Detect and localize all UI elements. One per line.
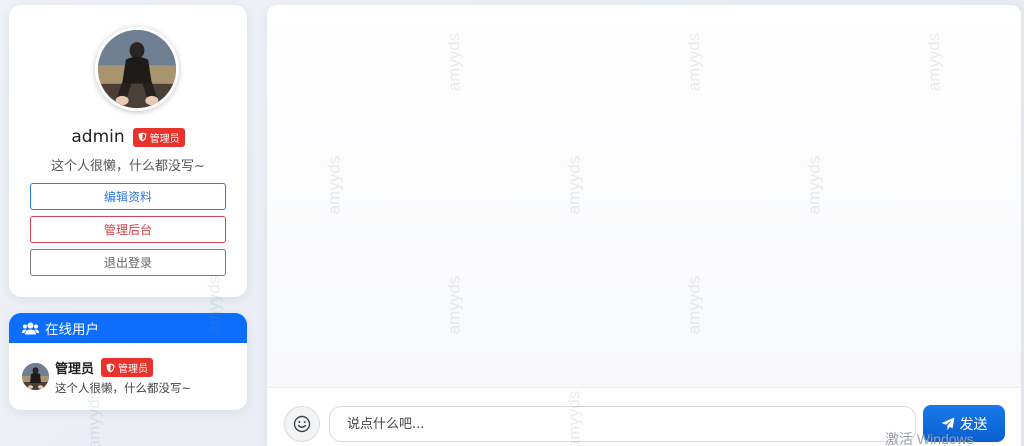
username-row: admin 管理员: [9, 127, 247, 147]
logout-button[interactable]: 退出登录: [30, 249, 226, 276]
chat-panel: 发送: [267, 5, 1021, 446]
shield-icon: [106, 363, 115, 372]
smiley-icon: [293, 415, 311, 433]
avatar: [22, 363, 49, 390]
users-icon: [22, 322, 39, 334]
online-users-header: 在线用户: [9, 313, 247, 343]
online-users-card: 在线用户 管理员 管理员 这个人很懒，什么都没写~: [9, 313, 247, 410]
role-badge: 管理员: [101, 358, 154, 377]
emoji-button[interactable]: [284, 406, 320, 442]
profile-avatar[interactable]: [95, 27, 179, 111]
online-user-name-row: 管理员 管理员: [55, 358, 154, 377]
windows-activation-overlay: 激活 Windows: [885, 431, 974, 446]
role-badge: 管理员: [132, 127, 185, 147]
online-user-row[interactable]: 管理员 管理员 这个人很懒，什么都没写~: [22, 358, 239, 395]
avatar-photo-icon: [98, 30, 176, 108]
shield-icon: [138, 132, 147, 142]
profile-username: admin: [71, 127, 125, 147]
role-badge-label: 管理员: [149, 133, 180, 145]
edit-profile-button[interactable]: 编辑资料: [30, 183, 226, 210]
message-input[interactable]: [329, 406, 916, 442]
role-badge-label: 管理员: [118, 364, 149, 375]
chat-message-area[interactable]: [267, 5, 1021, 387]
online-user-bio: 这个人很懒，什么都没写~: [55, 381, 192, 395]
profile-bio: 这个人很懒，什么都没写~: [51, 159, 205, 174]
online-users-title: 在线用户: [45, 322, 99, 338]
admin-panel-button[interactable]: 管理后台: [30, 216, 226, 243]
online-user-name: 管理员: [55, 362, 95, 377]
avatar-photo-icon: [22, 363, 49, 390]
profile-card: admin 管理员 这个人很懒，什么都没写~ 编辑资料 管理后台 退出登录: [9, 5, 247, 297]
